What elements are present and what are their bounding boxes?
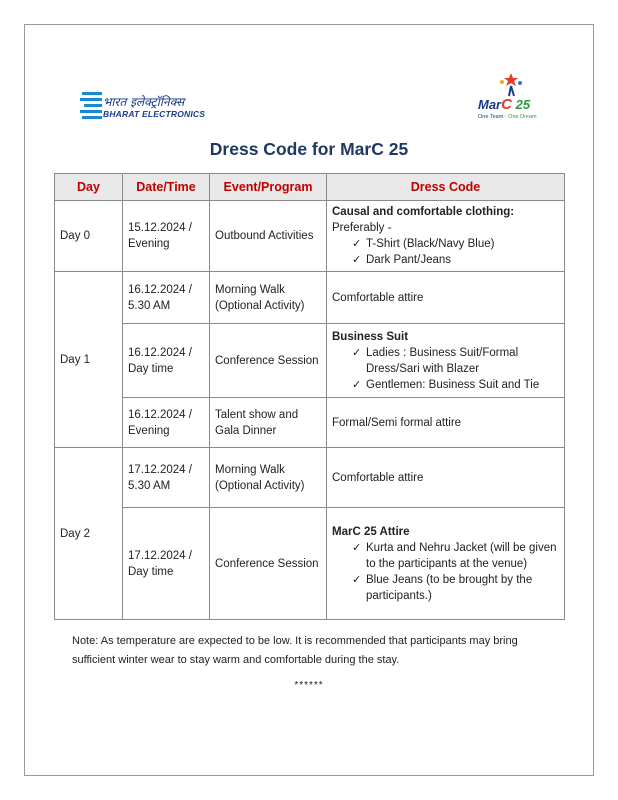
- checkmark-icon: ✓: [352, 238, 362, 250]
- dress-code-cell: Business Suit ✓ Ladies : Business Suit/Fo…: [326, 323, 565, 398]
- date-cell: 16.12.2024 / Day time: [122, 323, 210, 398]
- dress-code-heading: Causal and comfortable clothing:: [332, 206, 515, 218]
- logo-brand-text: MarC 25: [478, 96, 531, 113]
- checkmark-icon: ✓: [352, 254, 362, 266]
- event-cell: Talent show and Gala Dinner: [209, 397, 327, 448]
- dress-code-cell: Formal/Semi formal attire: [326, 397, 565, 448]
- table-row: Day 1 16.12.2024 / 5.30 AM Morning Walk …: [54, 271, 565, 448]
- day-cell: Day 2: [54, 447, 123, 620]
- event-cell: Conference Session: [209, 323, 327, 398]
- list-item: ✓ Dark Pant/Jeans: [352, 254, 452, 266]
- dress-code-table: Day Date/Time Event/Program Dress Code D…: [54, 173, 565, 620]
- list-item: ✓ Ladies : Business Suit/Formal Dress/Sar…: [352, 346, 519, 375]
- header-dress-code: Dress Code: [326, 173, 565, 201]
- table-row: Day 0 15.12.2024 / Evening Outbound Acti…: [54, 200, 565, 272]
- date-cell: 17.12.2024 / Day time: [122, 507, 210, 620]
- logo-hindi-text: भारत इलेक्ट्रॉनिक्स: [103, 95, 185, 109]
- day-cell: Day 1: [54, 271, 123, 448]
- header-event: Event/Program: [209, 173, 327, 201]
- list-item: ✓ Kurta and Nehru Jacket (will be given t…: [352, 541, 557, 570]
- checkmark-icon: ✓: [352, 378, 362, 391]
- header-date-time: Date/Time: [122, 173, 210, 201]
- date-cell: 16.12.2024 / Evening: [122, 397, 210, 448]
- checkmark-icon: ✓: [352, 346, 362, 359]
- checkmark-icon: ✓: [352, 573, 362, 586]
- checkmark-icon: ✓: [352, 541, 362, 554]
- marc25-logo: MarC 25 One Team · One Dream: [478, 72, 548, 132]
- event-cell: Conference Session: [209, 507, 327, 620]
- event-cell: Morning Walk (Optional Activity): [209, 447, 327, 508]
- list-item: ✓ T-Shirt (Black/Navy Blue): [352, 238, 495, 250]
- list-item: ✓ Blue Jeans (to be brought by the partic…: [352, 573, 533, 602]
- page-title: Dress Code for MarC 25: [209, 139, 409, 159]
- dress-code-cell: Comfortable attire: [326, 271, 565, 324]
- table-header-row: Day Date/Time Event/Program Dress Code: [54, 173, 565, 201]
- header-day: Day: [54, 173, 123, 201]
- dress-code-cell: Comfortable attire: [326, 447, 565, 508]
- date-cell: 17.12.2024 / 5.30 AM: [122, 447, 210, 508]
- winter-wear-note: Note: As temperature are expected to be …: [72, 635, 518, 666]
- day-cell: Day 0: [54, 200, 123, 272]
- star-figure-icon: [500, 73, 522, 97]
- dress-code-cell: Causal and comfortable clothing: Prefera…: [326, 200, 565, 272]
- event-cell: Morning Walk (Optional Activity): [209, 271, 327, 324]
- table-row: 17.12.2024 / Day time Conference Session…: [55, 507, 565, 620]
- logo-english-text: BHARAT ELECTRONICS: [103, 109, 206, 119]
- dress-code-heading: Business Suit: [332, 330, 409, 343]
- table-row: Day 2 17.12.2024 / 5.30 AM Morning Walk …: [54, 447, 565, 620]
- list-item: ✓ Gentlemen: Business Suit and Tie: [352, 378, 540, 391]
- bel-emblem-icon: [80, 92, 102, 119]
- event-cell: Outbound Activities: [209, 200, 327, 272]
- end-marker: ******: [294, 680, 324, 691]
- dress-code-subtext: Preferably -: [332, 222, 392, 234]
- date-cell: 15.12.2024 / Evening: [122, 200, 210, 272]
- date-cell: 16.12.2024 / 5.30 AM: [122, 271, 210, 324]
- table-row: 16.12.2024 / Evening Talent show and Gal…: [55, 397, 565, 448]
- dress-code-cell: MarC 25 Attire ✓ Kurta and Nehru Jacket (…: [326, 507, 565, 620]
- table-row: 16.12.2024 / Day time Conference Session…: [55, 323, 565, 398]
- dress-code-heading: MarC 25 Attire: [332, 525, 410, 538]
- bharat-electronics-logo: भारत इलेक्ट्रॉनिक्स BHARAT ELECTRONICS: [80, 90, 210, 128]
- logo-tagline: One Team · One Dream: [478, 114, 537, 120]
